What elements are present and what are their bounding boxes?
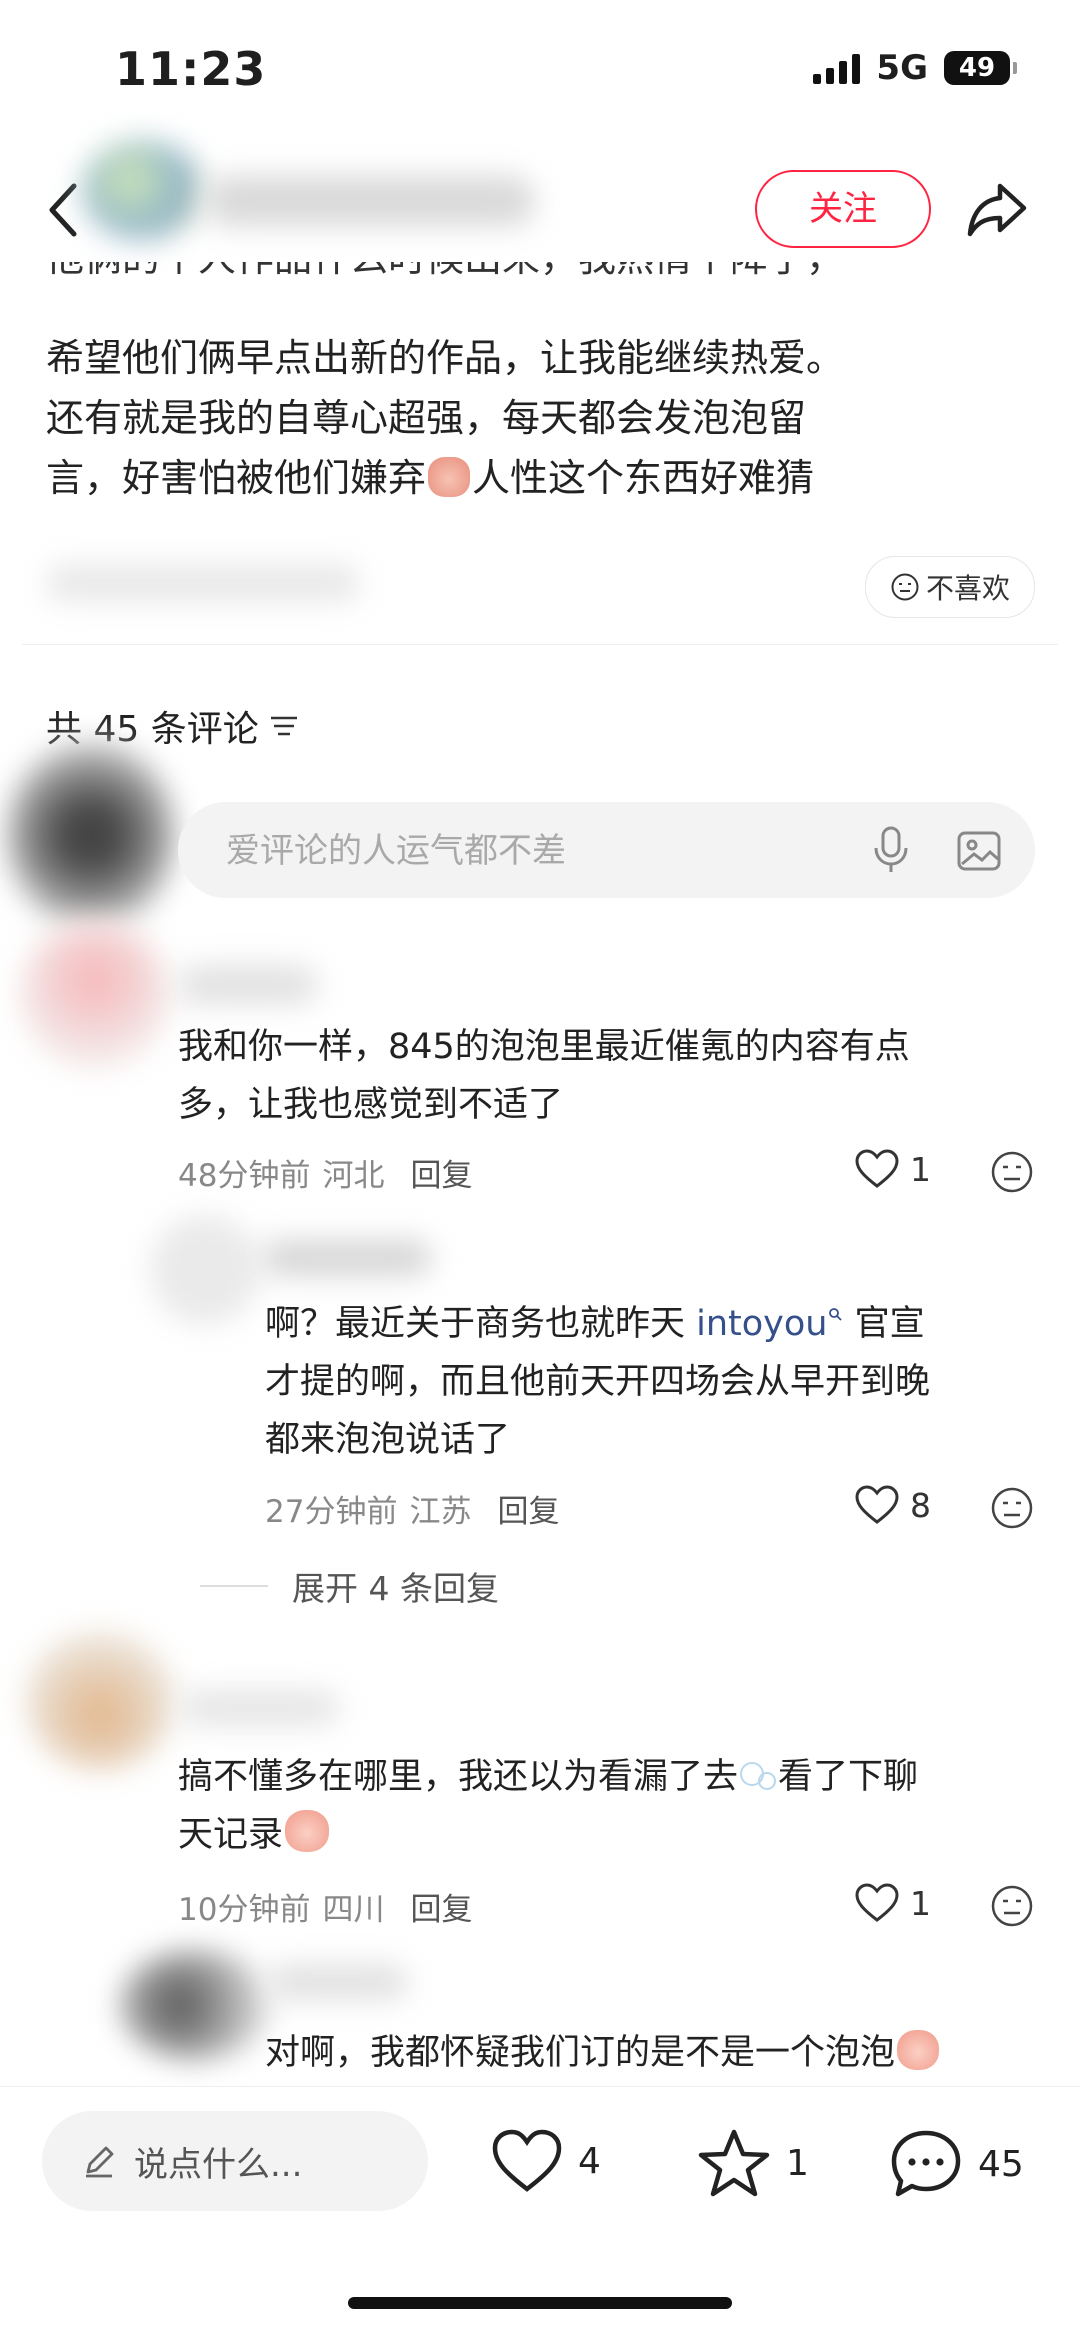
reply-avatar[interactable] — [150, 1215, 260, 1325]
dislike-button[interactable]: 不喜欢 — [865, 556, 1035, 618]
crying-emoji-icon — [285, 1810, 330, 1852]
author-avatar[interactable] — [82, 140, 202, 240]
like-count: 4 — [578, 2140, 601, 2182]
comment-location: 四川 — [322, 1892, 385, 1928]
comment-like-count: 1 — [910, 1883, 931, 1923]
reply-button[interactable]: 回复 — [497, 1486, 559, 1531]
image-icon[interactable] — [954, 826, 1004, 876]
comment-avatar[interactable] — [25, 1630, 175, 1770]
emoji-sticker-icon — [428, 457, 471, 497]
reply-username[interactable] — [268, 1965, 408, 1999]
signal-icon — [813, 52, 861, 84]
reply-location: 江苏 — [409, 1494, 472, 1530]
reply-meta: 27分钟前 江苏 回复 — [265, 1486, 559, 1531]
home-indicator — [348, 2297, 732, 2309]
star-icon — [698, 2129, 770, 2197]
comment-like-button[interactable]: 1 — [854, 1882, 931, 1924]
status-indicators: 5G 49 — [813, 48, 1017, 88]
reply-text: 啊？最近关于商务也就昨天 intoyou 官宣 才提的啊，而且他前天开四场会从早… — [265, 1304, 931, 1460]
network-label: 5G — [876, 48, 928, 88]
expand-replies-button[interactable]: 展开 4 条回复 — [200, 1562, 499, 1610]
comment-like-count: 1 — [910, 1149, 931, 1189]
divider — [22, 644, 1058, 645]
heart-icon — [855, 1149, 899, 1188]
bottom-action-bar: 说点什么... 4 1 45 — [0, 2086, 1080, 2338]
bubbles-emoji-icon — [738, 1754, 778, 1794]
mention-link[interactable]: intoyou — [696, 1304, 827, 1344]
comment-input[interactable] — [224, 802, 788, 900]
comment-text: 我和你一样，845的泡泡里最近催氪的内容有点 多，让我也感觉到不适了 — [178, 1027, 910, 1125]
post-line: 言，好害怕被他们嫌弃 人性这个东西好难猜 — [46, 456, 815, 500]
favorite-count: 1 — [786, 2142, 809, 2184]
neutral-face-icon — [891, 573, 919, 601]
comment-input-box[interactable] — [178, 802, 1035, 900]
post-body: 希望他们俩早点出新的作品，让我能继续热爱。 还有就是我的自尊心超强，每天都会发泡… — [46, 328, 1036, 508]
comment-meta: 48分钟前 河北 回复 — [178, 1150, 472, 1195]
heart-icon — [855, 1485, 899, 1524]
reply-like-count: 8 — [910, 1485, 931, 1525]
post-line: 还有就是我的自尊心超强，每天都会发泡泡留 — [46, 396, 807, 440]
comment-username[interactable] — [178, 965, 318, 1005]
favorite-button[interactable]: 1 — [696, 2127, 809, 2199]
share-icon — [967, 183, 1027, 237]
comment-username[interactable] — [180, 1690, 340, 1726]
dislike-face-icon[interactable] — [990, 1150, 1034, 1194]
reply-button[interactable]: 回复 — [410, 1150, 472, 1195]
battery-icon: 49 — [944, 51, 1017, 85]
comment-avatar[interactable] — [20, 920, 170, 1070]
post-cut-line: 他俩的个人作品什么时候出来，我热情下降了， — [46, 262, 1036, 288]
comment-text: 搞不懂多在哪里，我还以为看漏了去 看了下聊 天记录 — [178, 1748, 1038, 1864]
search-icon — [828, 1308, 842, 1321]
dislike-label: 不喜欢 — [925, 572, 1010, 605]
like-button[interactable]: 4 — [490, 2127, 601, 2195]
crying-emoji-icon — [897, 2030, 940, 2070]
comment-like-button[interactable]: 1 — [854, 1148, 931, 1190]
reply-button[interactable]: 回复 — [410, 1884, 472, 1929]
reply-like-button[interactable]: 8 — [854, 1484, 931, 1526]
my-avatar — [6, 740, 176, 930]
comment-meta: 10分钟前 四川 回复 — [178, 1884, 472, 1929]
expand-divider — [200, 1585, 268, 1587]
post-tags — [48, 565, 358, 601]
post-line: 希望他们俩早点出新的作品，让我能继续热爱。 — [46, 336, 845, 380]
comment-button[interactable]: 45 — [888, 2127, 1024, 2201]
comment-time: 48分钟前 — [178, 1158, 311, 1194]
say-something-placeholder: 说点什么... — [134, 2144, 303, 2185]
reply-avatar[interactable] — [120, 1950, 270, 2060]
comment-location: 河北 — [322, 1158, 385, 1194]
reply-text: 对啊，我都怀疑我们订的是不是一个泡泡 — [265, 2024, 1065, 2082]
expand-replies-label: 展开 4 条回复 — [292, 1569, 499, 1608]
dislike-face-icon[interactable] — [990, 1486, 1034, 1530]
author-name[interactable] — [205, 176, 535, 226]
sort-icon — [270, 716, 297, 736]
reply-username[interactable] — [262, 1240, 432, 1276]
chat-bubble-icon — [891, 2130, 961, 2197]
follow-button[interactable]: 关注 — [755, 170, 931, 248]
dislike-face-icon[interactable] — [990, 1884, 1034, 1928]
share-button[interactable] — [962, 174, 1032, 244]
microphone-icon[interactable] — [866, 824, 916, 876]
reply-time: 27分钟前 — [265, 1494, 398, 1530]
heart-icon — [855, 1883, 899, 1922]
heart-icon — [492, 2129, 562, 2192]
comment-total: 45 — [978, 2143, 1024, 2185]
chevron-left-icon — [49, 183, 77, 237]
status-time: 11:23 — [115, 42, 267, 96]
say-something-input[interactable]: 说点什么... — [42, 2111, 428, 2211]
pencil-icon — [86, 2146, 114, 2178]
comment-time: 10分钟前 — [178, 1892, 311, 1928]
